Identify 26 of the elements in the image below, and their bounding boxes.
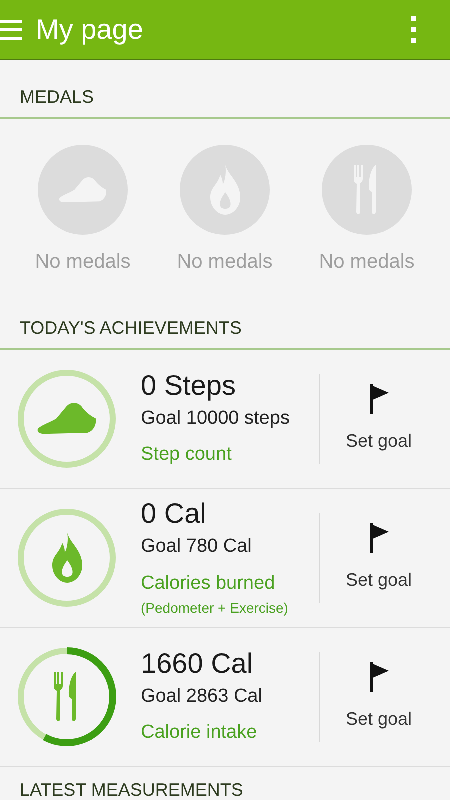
achievement-goal: Goal 10000 steps: [141, 406, 291, 430]
set-goal-button[interactable]: Set goal: [320, 522, 438, 594]
section-heading: TODAY'S ACHIEVEMENTS: [20, 318, 242, 338]
flag-icon: [368, 384, 390, 414]
achievement-value: 0 Steps: [141, 368, 237, 402]
achievement-value: 1660 Cal: [141, 646, 254, 680]
section-heading: LATEST MEASUREMENTS: [20, 780, 244, 800]
section-heading: MEDALS: [20, 87, 94, 107]
achievement-label: Calories burned: [141, 572, 276, 596]
medal-status: No medals: [177, 250, 273, 275]
achievement-label: Calorie intake: [141, 721, 258, 745]
achievement-goal: Goal 2863 Cal: [141, 684, 264, 708]
menu-icon[interactable]: [0, 18, 24, 42]
medal-status: No medals: [35, 250, 131, 275]
achievement-value: 0 Cal: [141, 497, 208, 531]
medal-status: No medals: [319, 250, 415, 275]
achievement-goal: Goal 780 Cal: [141, 535, 253, 559]
achievement-label: Step count: [141, 443, 233, 467]
flame-icon: [50, 533, 84, 583]
flag-icon: [368, 662, 390, 692]
set-goal-button[interactable]: Set goal: [320, 662, 438, 732]
flag-icon: [368, 522, 390, 552]
page-title: My page: [36, 12, 144, 47]
set-goal-button[interactable]: Set goal: [320, 384, 438, 454]
achievement-note: (Pedometer + Exercise): [141, 599, 290, 618]
flame-icon: [208, 165, 242, 215]
